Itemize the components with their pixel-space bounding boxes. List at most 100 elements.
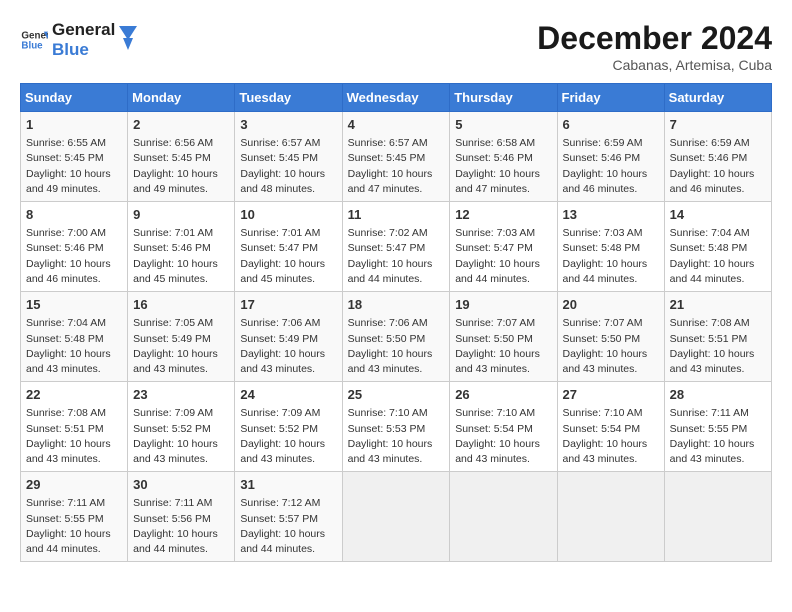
calendar-cell: 8Sunrise: 7:00 AMSunset: 5:46 PMDaylight… bbox=[21, 202, 128, 292]
day-info: Sunrise: 6:59 AMSunset: 5:46 PMDaylight:… bbox=[670, 136, 766, 197]
day-info: Sunrise: 7:07 AMSunset: 5:50 PMDaylight:… bbox=[563, 316, 659, 377]
day-number: 7 bbox=[670, 116, 766, 134]
calendar-cell: 24Sunrise: 7:09 AMSunset: 5:52 PMDayligh… bbox=[235, 382, 342, 472]
day-number: 20 bbox=[563, 296, 659, 314]
calendar-week-row: 8Sunrise: 7:00 AMSunset: 5:46 PMDaylight… bbox=[21, 202, 772, 292]
day-number: 3 bbox=[240, 116, 336, 134]
day-info: Sunrise: 7:02 AMSunset: 5:47 PMDaylight:… bbox=[348, 226, 445, 287]
calendar-cell: 21Sunrise: 7:08 AMSunset: 5:51 PMDayligh… bbox=[664, 292, 771, 382]
day-info: Sunrise: 7:04 AMSunset: 5:48 PMDaylight:… bbox=[26, 316, 122, 377]
calendar-week-row: 29Sunrise: 7:11 AMSunset: 5:55 PMDayligh… bbox=[21, 472, 772, 562]
day-number: 11 bbox=[348, 206, 445, 224]
day-number: 27 bbox=[563, 386, 659, 404]
day-info: Sunrise: 6:57 AMSunset: 5:45 PMDaylight:… bbox=[240, 136, 336, 197]
day-info: Sunrise: 7:07 AMSunset: 5:50 PMDaylight:… bbox=[455, 316, 551, 377]
day-number: 19 bbox=[455, 296, 551, 314]
day-number: 4 bbox=[348, 116, 445, 134]
day-number: 29 bbox=[26, 476, 122, 494]
page-header: General Blue General Blue December 2024 … bbox=[20, 20, 772, 73]
day-info: Sunrise: 7:12 AMSunset: 5:57 PMDaylight:… bbox=[240, 496, 336, 557]
logo-arrow-icon bbox=[119, 26, 137, 54]
day-number: 30 bbox=[133, 476, 229, 494]
day-info: Sunrise: 7:10 AMSunset: 5:53 PMDaylight:… bbox=[348, 406, 445, 467]
calendar-cell bbox=[342, 472, 450, 562]
calendar-cell: 17 Sunrise: 7:06 AMSunset: 5:49 PMDayligh… bbox=[235, 292, 342, 382]
calendar-cell: 31Sunrise: 7:12 AMSunset: 5:57 PMDayligh… bbox=[235, 472, 342, 562]
calendar-week-row: 15 Sunrise: 7:04 AMSunset: 5:48 PMDayligh… bbox=[21, 292, 772, 382]
day-info: Sunrise: 7:11 AMSunset: 5:56 PMDaylight:… bbox=[133, 496, 229, 557]
calendar-week-row: 22 Sunrise: 7:08 AMSunset: 5:51 PMDayligh… bbox=[21, 382, 772, 472]
calendar-cell: 16Sunrise: 7:05 AMSunset: 5:49 PMDayligh… bbox=[128, 292, 235, 382]
day-number: 1 bbox=[26, 116, 122, 134]
logo-blue: Blue bbox=[52, 40, 115, 60]
day-number: 12 bbox=[455, 206, 551, 224]
day-info: Sunrise: 7:03 AMSunset: 5:47 PMDaylight:… bbox=[455, 226, 551, 287]
day-info: Sunrise: 7:08 AMSunset: 5:51 PMDaylight:… bbox=[670, 316, 766, 377]
day-info: Sunrise: 7:03 AMSunset: 5:48 PMDaylight:… bbox=[563, 226, 659, 287]
logo-icon: General Blue bbox=[20, 26, 48, 54]
calendar-cell: 14Sunrise: 7:04 AMSunset: 5:48 PMDayligh… bbox=[664, 202, 771, 292]
calendar-cell: 19 Sunrise: 7:07 AMSunset: 5:50 PMDayligh… bbox=[450, 292, 557, 382]
logo-general: General bbox=[52, 20, 115, 40]
location-subtitle: Cabanas, Artemisa, Cuba bbox=[537, 57, 772, 73]
calendar-cell: 28Sunrise: 7:11 AMSunset: 5:55 PMDayligh… bbox=[664, 382, 771, 472]
svg-text:Blue: Blue bbox=[21, 41, 43, 52]
weekday-header: Sunday bbox=[21, 84, 128, 112]
weekday-header: Monday bbox=[128, 84, 235, 112]
day-info: Sunrise: 7:09 AMSunset: 5:52 PMDaylight:… bbox=[133, 406, 229, 467]
day-info: Sunrise: 6:58 AMSunset: 5:46 PMDaylight:… bbox=[455, 136, 551, 197]
day-info: Sunrise: 7:06 AMSunset: 5:49 PMDaylight:… bbox=[240, 316, 336, 377]
weekday-header: Wednesday bbox=[342, 84, 450, 112]
calendar-cell: 12 Sunrise: 7:03 AMSunset: 5:47 PMDayligh… bbox=[450, 202, 557, 292]
calendar-cell: 15 Sunrise: 7:04 AMSunset: 5:48 PMDayligh… bbox=[21, 292, 128, 382]
calendar-cell: 13 Sunrise: 7:03 AMSunset: 5:48 PMDayligh… bbox=[557, 202, 664, 292]
calendar-cell bbox=[450, 472, 557, 562]
day-info: Sunrise: 6:59 AMSunset: 5:46 PMDaylight:… bbox=[563, 136, 659, 197]
title-block: December 2024 Cabanas, Artemisa, Cuba bbox=[537, 20, 772, 73]
day-number: 5 bbox=[455, 116, 551, 134]
day-info: Sunrise: 7:08 AMSunset: 5:51 PMDaylight:… bbox=[26, 406, 122, 467]
day-number: 9 bbox=[133, 206, 229, 224]
logo: General Blue General Blue bbox=[20, 20, 137, 61]
weekday-header: Friday bbox=[557, 84, 664, 112]
calendar-cell: 4Sunrise: 6:57 AMSunset: 5:45 PMDaylight… bbox=[342, 112, 450, 202]
calendar-cell: 26 Sunrise: 7:10 AMSunset: 5:54 PMDayligh… bbox=[450, 382, 557, 472]
day-info: Sunrise: 7:06 AMSunset: 5:50 PMDaylight:… bbox=[348, 316, 445, 377]
weekday-header: Saturday bbox=[664, 84, 771, 112]
calendar-cell: 7 Sunrise: 6:59 AMSunset: 5:46 PMDaylight… bbox=[664, 112, 771, 202]
weekday-header: Tuesday bbox=[235, 84, 342, 112]
day-info: Sunrise: 7:10 AMSunset: 5:54 PMDaylight:… bbox=[455, 406, 551, 467]
calendar-cell: 18 Sunrise: 7:06 AMSunset: 5:50 PMDayligh… bbox=[342, 292, 450, 382]
calendar-cell bbox=[557, 472, 664, 562]
calendar-cell: 11 Sunrise: 7:02 AMSunset: 5:47 PMDayligh… bbox=[342, 202, 450, 292]
calendar-cell: 6Sunrise: 6:59 AMSunset: 5:46 PMDaylight… bbox=[557, 112, 664, 202]
calendar-cell: 5 Sunrise: 6:58 AMSunset: 5:46 PMDaylight… bbox=[450, 112, 557, 202]
day-number: 2 bbox=[133, 116, 229, 134]
calendar-cell: 1Sunrise: 6:55 AMSunset: 5:45 PMDaylight… bbox=[21, 112, 128, 202]
day-number: 17 bbox=[240, 296, 336, 314]
calendar-cell: 23Sunrise: 7:09 AMSunset: 5:52 PMDayligh… bbox=[128, 382, 235, 472]
calendar-header-row: SundayMondayTuesdayWednesdayThursdayFrid… bbox=[21, 84, 772, 112]
day-number: 13 bbox=[563, 206, 659, 224]
day-number: 22 bbox=[26, 386, 122, 404]
day-info: Sunrise: 7:09 AMSunset: 5:52 PMDaylight:… bbox=[240, 406, 336, 467]
day-number: 16 bbox=[133, 296, 229, 314]
calendar-cell: 20 Sunrise: 7:07 AMSunset: 5:50 PMDayligh… bbox=[557, 292, 664, 382]
calendar-cell: 25 Sunrise: 7:10 AMSunset: 5:53 PMDayligh… bbox=[342, 382, 450, 472]
day-number: 8 bbox=[26, 206, 122, 224]
calendar-table: SundayMondayTuesdayWednesdayThursdayFrid… bbox=[20, 83, 772, 562]
calendar-cell: 10Sunrise: 7:01 AMSunset: 5:47 PMDayligh… bbox=[235, 202, 342, 292]
day-number: 15 bbox=[26, 296, 122, 314]
calendar-cell: 3 Sunrise: 6:57 AMSunset: 5:45 PMDaylight… bbox=[235, 112, 342, 202]
calendar-cell: 22 Sunrise: 7:08 AMSunset: 5:51 PMDayligh… bbox=[21, 382, 128, 472]
month-title: December 2024 bbox=[537, 20, 772, 57]
day-number: 26 bbox=[455, 386, 551, 404]
day-number: 18 bbox=[348, 296, 445, 314]
calendar-cell: 2 Sunrise: 6:56 AMSunset: 5:45 PMDaylight… bbox=[128, 112, 235, 202]
day-number: 25 bbox=[348, 386, 445, 404]
day-number: 28 bbox=[670, 386, 766, 404]
day-info: Sunrise: 7:01 AMSunset: 5:46 PMDaylight:… bbox=[133, 226, 229, 287]
day-info: Sunrise: 6:56 AMSunset: 5:45 PMDaylight:… bbox=[133, 136, 229, 197]
day-info: Sunrise: 7:01 AMSunset: 5:47 PMDaylight:… bbox=[240, 226, 336, 287]
day-info: Sunrise: 7:04 AMSunset: 5:48 PMDaylight:… bbox=[670, 226, 766, 287]
